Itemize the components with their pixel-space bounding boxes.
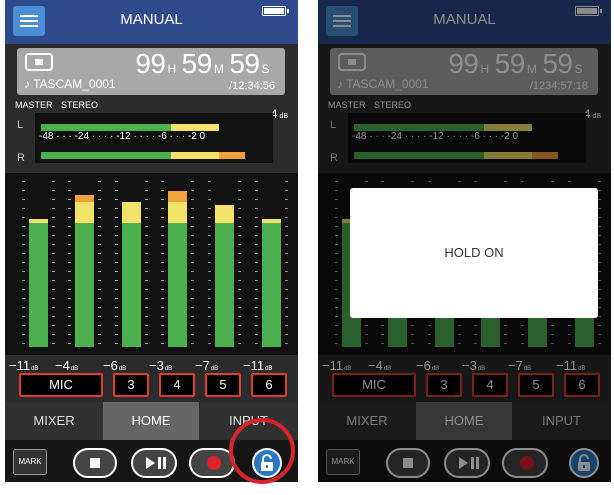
time-counter-panel: 99 H 59 M 59 S ♪ TASCAM_0001 /12:34:56 [17,48,285,95]
channel-6-meter [255,173,288,355]
recorder-screen-locked: MANUAL 99 H 59 M 59 S ♪ TASCAM_0001 /1234:57:… [318,0,611,482]
channel-6-peak: −11dB [243,358,273,373]
meter-left-label: L [17,119,24,131]
channel-5-meter [208,173,241,355]
channel-button-mic[interactable]: MIC [19,373,103,397]
hold-on-popup: HOLD ON [350,188,598,318]
record-icon [207,456,221,470]
channel-5-peak: −7dB [195,358,219,373]
meter-scale: -48 · · · -24 · · · · -12 · · · · -6 · ·… [39,131,206,142]
meter-tick-marks [22,181,25,351]
play-pause-button[interactable] [131,448,177,478]
stop-status-icon [25,53,53,71]
stop-button[interactable] [73,448,117,478]
meter-tick-marks [208,181,211,351]
total-time: /12:34:56 [229,80,275,92]
play-pause-icon [146,457,166,469]
channel-4-peak: −3dB [149,358,173,373]
battery-icon [262,6,289,16]
meter-l-bar-yellow [171,124,219,131]
stop-icon [90,458,100,468]
meter-tick-marks [191,181,194,351]
meter-tick-marks [238,181,241,351]
meter-tick-marks [161,181,164,351]
channel-2-peak: −4dB [55,358,79,373]
channel-level-bar [262,219,281,347]
channel-mixer [5,173,298,355]
channel-4-meter [161,173,194,355]
meter-right-label: R [17,152,25,164]
mark-button[interactable]: MARK [13,449,47,475]
meter-r-bar [41,152,171,159]
meter-tick-marks [285,181,288,351]
stereo-label: STEREO [61,100,99,110]
channel-level-bar [29,219,48,347]
meter-tick-marks [52,181,55,351]
channel-3-peak: −6dB [103,358,127,373]
channel-button-4[interactable]: 4 [159,373,195,397]
file-name: ♪ TASCAM_0001 [24,77,116,91]
channel-1-peak: −11dB [9,358,39,373]
channel-level-bar [168,191,187,347]
channel-3-meter [115,173,148,355]
meter-tick-marks [145,181,148,351]
mode-title: MANUAL [120,11,183,28]
master-label: MASTER [15,100,53,110]
highlight-ring [229,418,295,484]
tab-home[interactable]: HOME [103,402,199,440]
channel-button-3[interactable]: 3 [113,373,149,397]
channel-level-bar [122,201,141,347]
meter-tick-marks [255,181,258,351]
master-stereo-labels: MASTER STEREO [15,100,98,110]
channel-peak-row: −11dB −4dB −6dB −3dB −7dB −11dB [5,358,298,373]
meter-tick-marks [68,181,71,351]
recorder-screen-home: MANUAL 99 H 59 M 59 S ♪ TASCAM_0001 /12:34:56… [5,0,298,482]
channel-button-5[interactable]: 5 [205,373,241,397]
channel-level-bar [215,205,234,347]
meter-r-bar-orange [219,152,245,159]
meter-tick-marks [115,181,118,351]
title-bar: MANUAL [5,0,298,44]
channel-1-meter [22,173,55,355]
tab-mixer[interactable]: MIXER [5,402,103,440]
meter-r-bar-yellow [171,152,219,159]
channel-2-meter [68,173,101,355]
meter-tick-marks [98,181,101,351]
meter-l-bar [41,124,171,131]
elapsed-time: 99 H 59 M 59 S [135,48,269,79]
channel-button-6[interactable]: 6 [251,373,287,397]
channel-level-bar [75,194,94,347]
